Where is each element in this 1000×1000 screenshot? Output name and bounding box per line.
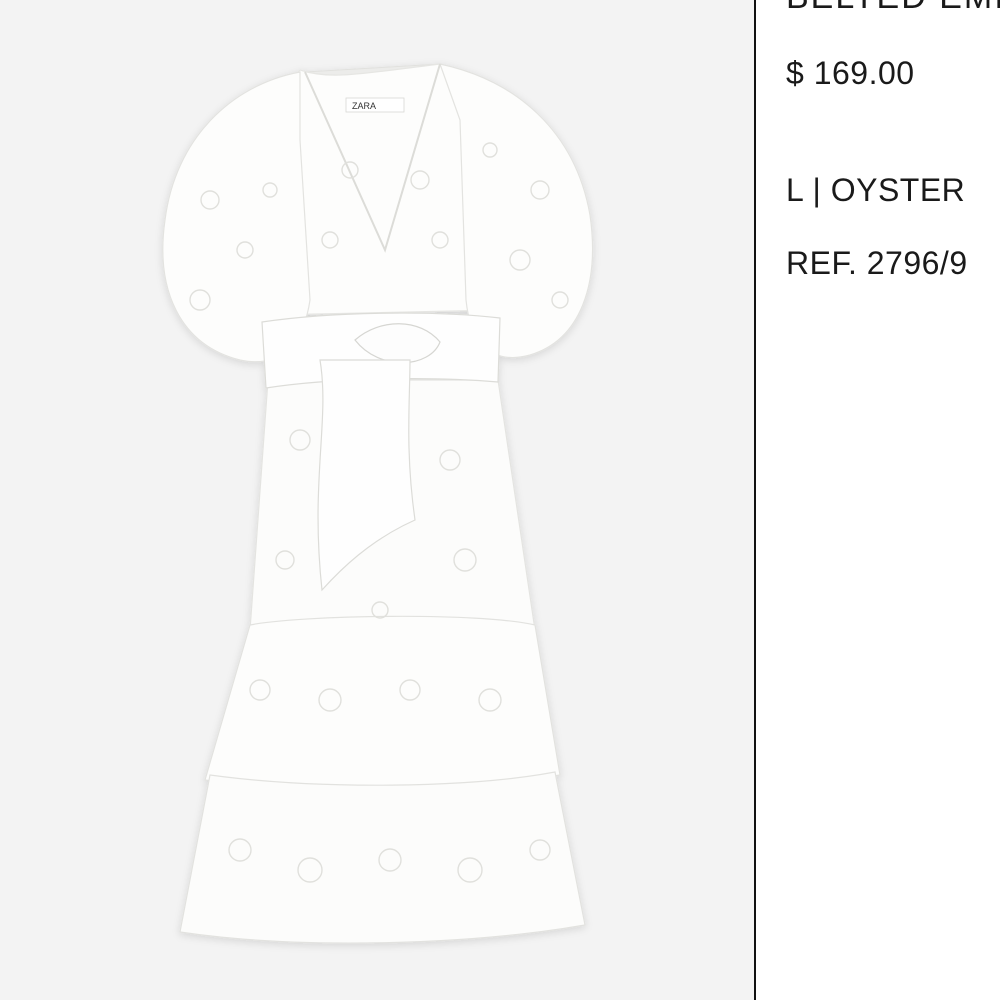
- product-reference: REF. 2796/9: [786, 245, 968, 281]
- product-variant[interactable]: L | OYSTER: [786, 172, 965, 209]
- dress-image: ZARA: [162, 63, 594, 944]
- product-title: BELTED EMI: [786, 0, 1000, 17]
- brand-tag: ZARA: [345, 97, 405, 113]
- product-info-panel: BELTED EMI $ 169.00 L | OYSTER REF. 2796…: [756, 0, 1000, 1000]
- svg-text:ZARA: ZARA: [352, 101, 376, 111]
- product-image[interactable]: ZARA: [0, 0, 754, 1000]
- product-screen: ZARA BELTED EMI $ 169.00 L | OYSTER REF.…: [0, 0, 1000, 1000]
- product-price: $ 169.00: [786, 55, 915, 91]
